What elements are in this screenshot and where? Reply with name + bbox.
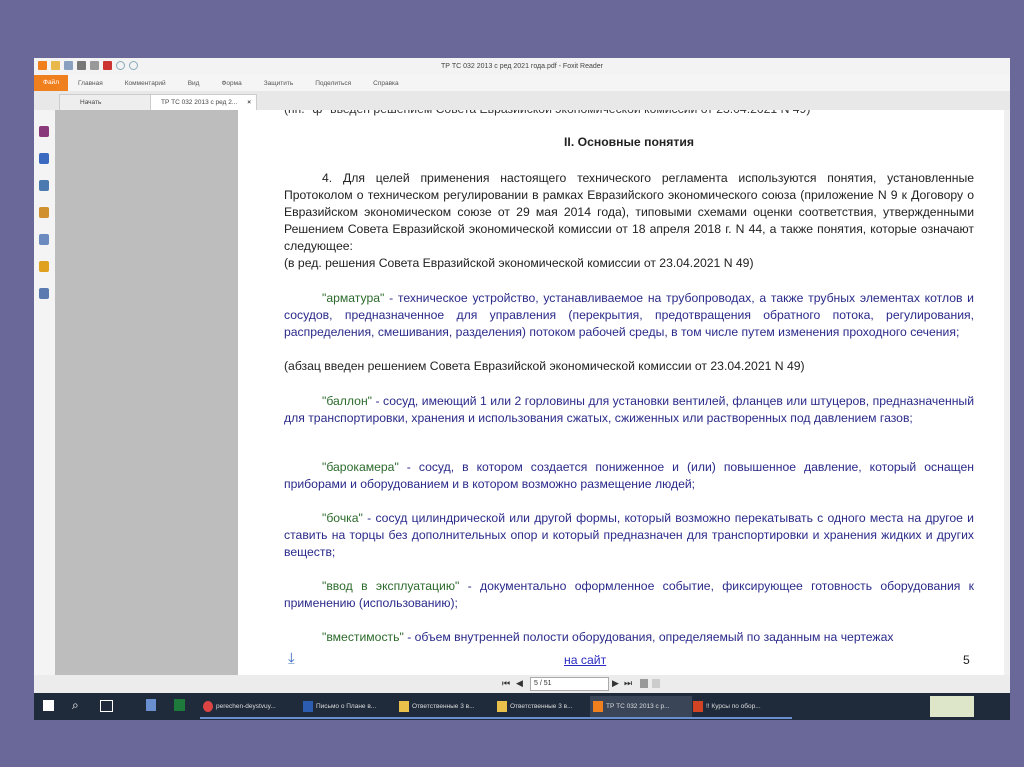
next-page-button[interactable]: ▶: [612, 678, 619, 689]
taskbar-chrome[interactable]: perechen-deystvuy...: [200, 696, 302, 719]
page-view-icon[interactable]: [652, 679, 660, 688]
signatures-icon[interactable]: [39, 288, 49, 299]
section-heading: II. Основные понятия: [564, 135, 694, 149]
prev-page-button[interactable]: ◀: [516, 678, 523, 689]
tab-start[interactable]: Начать: [59, 94, 151, 111]
navigation-sidebar: [34, 110, 55, 675]
text-line: (пп. "ф" введен решением Совета Евразийс…: [284, 110, 974, 118]
term: "баллон": [322, 394, 372, 408]
search-icon[interactable]: ⌕: [72, 698, 79, 713]
definition: "бочка" - сосуд цилиндрической или друго…: [284, 510, 974, 561]
foxit-reader-window: ТР ТС 032 2013 с ред 2021 года.pdf - Fox…: [34, 58, 1010, 720]
menu-file[interactable]: Файл: [34, 75, 68, 91]
taskbar-foxit[interactable]: ТР ТС 032 2013 с р...: [590, 696, 692, 719]
page-number: 5: [963, 653, 970, 667]
page-input[interactable]: 5 / 51: [530, 677, 609, 691]
last-page-button[interactable]: ⏭: [624, 678, 632, 689]
menu-view[interactable]: Вид: [188, 80, 200, 87]
excel-icon[interactable]: [174, 699, 185, 711]
security-icon[interactable]: [39, 261, 49, 272]
taskbar-label: perechen-deystvuy...: [216, 703, 276, 710]
taskbar-label: Ответственные 3 в...: [412, 703, 475, 710]
attachments-icon[interactable]: [39, 234, 49, 245]
download-arrow-icon[interactable]: ⤓: [288, 650, 295, 667]
definition-text: - сосуд цилиндрической или другой формы,…: [284, 511, 974, 559]
definition: "арматура" - техническое устройство, уст…: [284, 290, 974, 341]
layers-icon[interactable]: [39, 180, 49, 191]
edit-note: (абзац введен решением Совета Евразийско…: [284, 359, 805, 373]
definition: "вместимость" - объем внутренней полости…: [284, 629, 974, 646]
document-page: (пп. "ф" введен решением Совета Евразийс…: [238, 110, 1004, 675]
document-tabs: Начать ТР ТС 032 2013 с ред 2... ×: [34, 91, 1010, 111]
window-title: ТР ТС 032 2013 с ред 2021 года.pdf - Fox…: [440, 63, 603, 70]
network-monitor-widget: [930, 696, 974, 717]
status-bar: ⏮ ◀ 5 / 51 ▶ ⏭: [34, 675, 1010, 693]
definition: "барокамера" - сосуд, в котором создаетс…: [284, 459, 974, 493]
paragraph: 4. Для целей применения настоящего техни…: [284, 171, 974, 253]
windows-start-icon[interactable]: [43, 700, 54, 711]
tab-label: ТР ТС 032 2013 с ред 2...: [161, 99, 238, 106]
menu-home[interactable]: Главная: [78, 80, 103, 87]
taskbar-label: Ответственные 3 в...: [510, 703, 573, 710]
title-bar: ТР ТС 032 2013 с ред 2021 года.pdf - Fox…: [34, 58, 1010, 75]
definition-text: - сосуд, имеющий 1 или 2 горловины для у…: [284, 394, 974, 425]
term: "ввод в эксплуатацию": [322, 579, 460, 593]
taskbar-word[interactable]: Письмо о Плане в...: [300, 696, 402, 719]
bookmarks-icon[interactable]: [39, 126, 49, 137]
menu-protect[interactable]: Защитить: [264, 80, 294, 87]
taskbar-folder[interactable]: Ответственные 3 в...: [494, 696, 596, 719]
term: "барокамера": [322, 460, 399, 474]
definition: "баллон" - сосуд, имеющий 1 или 2 горлов…: [284, 393, 974, 427]
site-link[interactable]: на сайт: [564, 652, 606, 669]
pinned-app-icon[interactable]: [146, 699, 156, 711]
taskbar-label: Письмо о Плане в...: [316, 703, 377, 710]
first-page-button[interactable]: ⏮: [502, 678, 510, 689]
comments-icon[interactable]: [39, 207, 49, 218]
page-view-icon[interactable]: [640, 679, 648, 688]
pages-icon[interactable]: [39, 153, 49, 164]
edit-note: (в ред. решения Совета Евразийской эконо…: [284, 256, 754, 270]
tab-document[interactable]: ТР ТС 032 2013 с ред 2... ×: [150, 94, 257, 111]
definition-text: - объем внутренней полости оборудования,…: [403, 630, 894, 644]
taskbar-label: !! Курсы по обор...: [706, 703, 761, 710]
menu-help[interactable]: Справка: [373, 80, 399, 87]
close-tab-icon[interactable]: ×: [247, 95, 251, 111]
definition-text: - техническое устройство, устанавливаемо…: [284, 291, 974, 339]
side-panel: [55, 110, 238, 675]
ribbon-menu: Файл Главная Комментарий Вид Форма Защит…: [34, 75, 1010, 91]
taskbar-powerpoint[interactable]: !! Курсы по обор...: [690, 696, 792, 719]
taskbar-label: ТР ТС 032 2013 с р...: [606, 703, 670, 710]
tab-label: Начать: [80, 99, 102, 106]
definition: "ввод в эксплуатацию" - документально оф…: [284, 578, 974, 612]
term: "вместимость": [322, 630, 404, 644]
menu-form[interactable]: Форма: [221, 80, 241, 87]
term: "бочка": [322, 511, 363, 525]
menu-share[interactable]: Поделиться: [315, 80, 351, 87]
vertical-scrollbar[interactable]: [1004, 110, 1010, 675]
taskbar-folder[interactable]: Ответственные 3 в...: [396, 696, 498, 719]
menu-comment[interactable]: Комментарий: [125, 80, 166, 87]
windows-taskbar: ⌕ perechen-deystvuy... Письмо о Плане в.…: [34, 693, 1010, 720]
task-view-icon[interactable]: [100, 700, 113, 712]
term: "арматура": [322, 291, 385, 305]
